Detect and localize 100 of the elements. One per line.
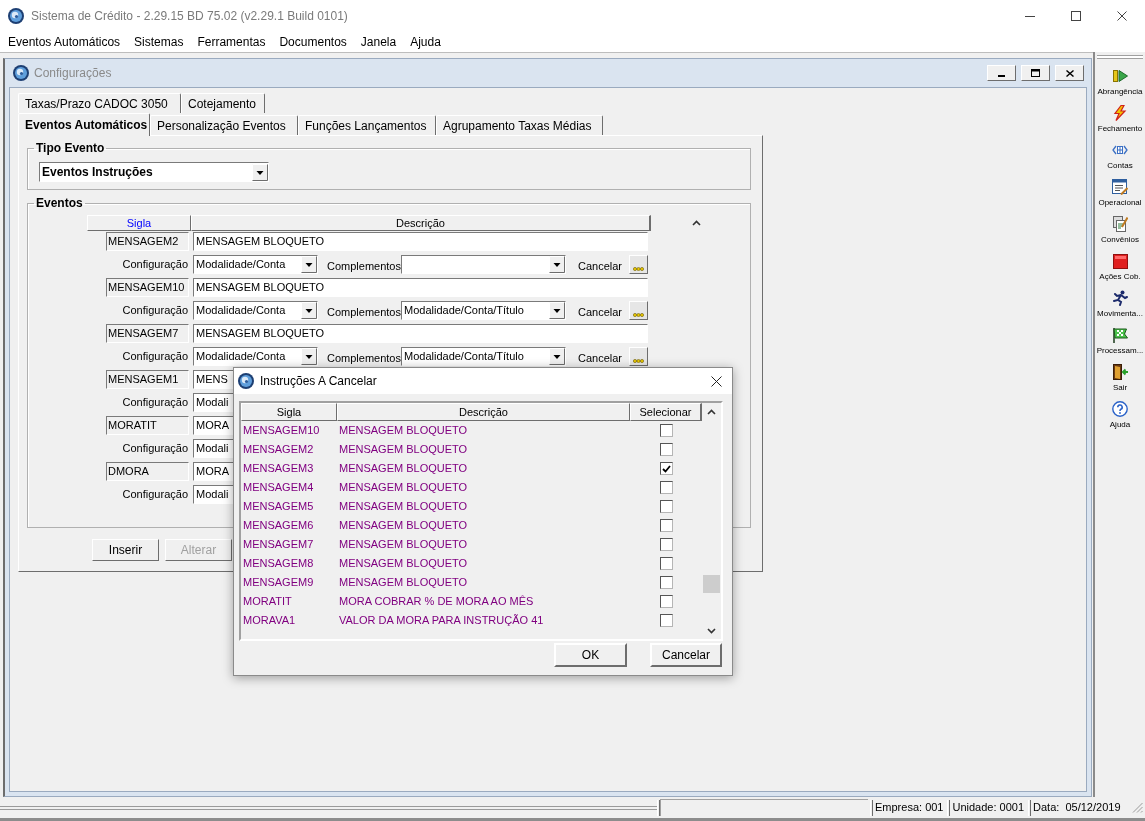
caret-icon[interactable] [252,163,268,181]
menu-item[interactable]: Janela [353,32,404,52]
chevron-up-icon[interactable] [707,408,716,415]
chevron-up-icon[interactable] [691,220,701,226]
checkbox[interactable] [659,595,673,608]
close-icon [1065,69,1074,77]
window-title: Sistema de Crédito - 2.29.15 BD 75.02 (v2.29.1 Build 0101) [31,8,348,25]
window-title: Configurações [34,65,112,82]
table-cell: MENSAGEM7 [243,538,314,551]
checkbox[interactable] [659,576,673,589]
field-label: Complementos [327,351,401,364]
field-label: Cancelar [578,351,623,364]
field-label: Configuração [122,487,188,503]
table-cell: MORA COBRAR % DE MORA AO MÊS [339,595,534,608]
checkbox[interactable] [659,614,673,627]
toolbar-button[interactable]: Abrangência [1095,66,1145,103]
description-field[interactable]: MENSAGEM BLOQUETO [193,232,648,251]
table-cell: MENSAGEM BLOQUETO [339,500,468,513]
column-header: Sigla [241,403,337,421]
checkbox[interactable] [659,538,673,551]
checkbox[interactable] [659,481,673,494]
tab[interactable]: Eventos Automáticos [18,113,150,136]
caret-icon[interactable] [549,348,565,365]
restore-button[interactable] [1021,65,1050,81]
code-field: MENSAGEM7 [106,324,189,343]
checkbox[interactable] [659,424,673,437]
table-cell: MENSAGEM4 [243,481,314,494]
status-text: Data: 05/12/2019 [1032,800,1122,816]
toolbar-button[interactable]: Movimenta... [1095,288,1145,325]
close-button[interactable] [1055,65,1084,81]
dots-icon [633,313,644,317]
checkbox[interactable] [659,519,673,532]
checkbox[interactable] [659,462,673,475]
caret-icon[interactable] [301,302,317,319]
close-icon [1117,11,1127,21]
table-cell: MENSAGEM BLOQUETO [339,443,468,456]
table-cell: MENSAGEM BLOQUETO [339,462,468,475]
ok-button[interactable]: OK [554,643,627,667]
caret-icon[interactable] [549,256,565,273]
menu-item[interactable]: Ferramentas [190,32,273,52]
dots-button[interactable] [629,255,648,274]
table-cell: MENSAGEM BLOQUETO [339,519,468,532]
door-arrow-icon [1112,364,1128,380]
dots-button[interactable] [629,347,648,366]
bar-arrow-icon [1112,68,1128,84]
menu-item[interactable]: Sistemas [127,32,191,52]
close-icon [710,375,722,387]
maximize-icon [1071,11,1081,21]
tab[interactable]: Cotejamento [181,93,265,113]
toolbar-button[interactable]: Operacional [1095,177,1145,214]
tab[interactable]: Personalização Eventos [150,115,298,135]
insert-button[interactable]: Inserir [92,539,159,561]
field-label: Configuração [122,257,188,273]
toolbar-button[interactable]: Ações Cob. [1095,251,1145,288]
column-header: Descrição [191,215,651,231]
menu-item[interactable]: Eventos Automáticos [1,32,128,52]
tab[interactable]: Taxas/Prazo CADOC 3050 [18,93,181,113]
app-logo-icon [8,8,24,24]
toolbar-button[interactable]: Fechamento [1095,103,1145,140]
dropdown-field[interactable]: Modalidade/Conta/Título [401,347,566,366]
chevron-down-icon[interactable] [707,627,716,634]
field-label: Complementos [327,305,401,318]
table-cell: MENSAGEM2 [243,443,314,456]
toolbar-button[interactable]: Convênios [1095,214,1145,251]
checkbox[interactable] [659,500,673,513]
group-label: Tipo Evento [35,141,106,155]
caret-icon[interactable] [301,348,317,365]
cancel-button[interactable]: Cancelar [650,643,722,667]
field-label: Cancelar [578,259,623,272]
description-field[interactable]: MENSAGEM BLOQUETO [193,324,648,343]
minimize-icon [1025,15,1035,17]
toolbar-button[interactable]: Sair [1095,362,1145,399]
field-label: Cancelar [578,305,623,318]
scrollbar-thumb[interactable] [703,575,720,593]
minimize-button[interactable] [987,65,1016,81]
dropdown-field[interactable]: Modalidade/Conta [193,301,318,320]
description-field[interactable]: MENSAGEM BLOQUETO [193,278,648,297]
caret-icon[interactable] [301,256,317,273]
checkbox[interactable] [659,443,673,456]
toolbar-button[interactable]: Processam... [1095,325,1145,362]
menu-item[interactable]: Ajuda [403,32,448,52]
grid-arrows-icon [1112,144,1128,156]
tab[interactable]: Funções Lançamentos [298,115,436,135]
table-cell: MORATIT [243,595,292,608]
dropdown-field[interactable]: Modalidade/Conta [193,255,318,274]
caret-icon[interactable] [549,302,565,319]
toolbar-button[interactable]: Contas [1095,140,1145,177]
menu-item[interactable]: Documentos [272,32,354,52]
dropdown-field[interactable]: Modalidade/Conta [193,347,318,366]
dialog-title: Instruções A Cancelar [260,373,377,390]
lightning-icon [1112,105,1128,121]
dropdown-field[interactable] [401,255,566,274]
dots-button[interactable] [629,301,648,320]
dropdown-field[interactable]: Modalidade/Conta/Título [401,301,566,320]
checkbox[interactable] [659,557,673,570]
toolbar-button[interactable]: Ajuda [1095,399,1145,436]
minimize-icon [998,75,1005,77]
tab[interactable]: Agrupamento Taxas Médias [436,115,603,135]
field-label: Configuração [122,395,188,411]
dropdown-field[interactable]: Eventos Instruções [39,162,269,182]
